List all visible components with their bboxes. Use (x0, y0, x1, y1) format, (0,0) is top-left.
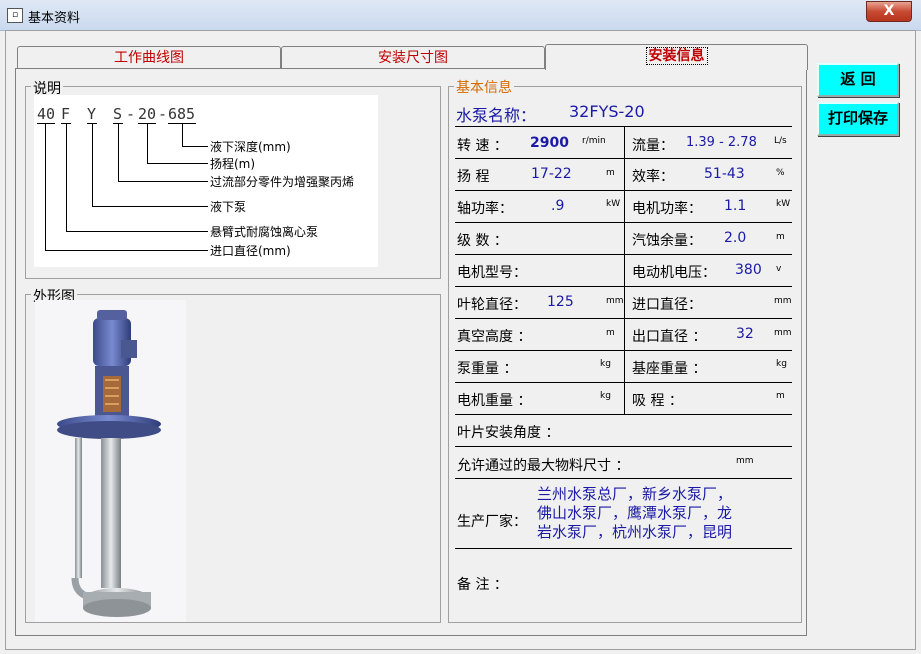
npsh-label: 汽蚀余量： (632, 233, 702, 249)
code-cantilever: S (113, 105, 123, 123)
window-title: 基本资料 (28, 11, 81, 26)
suction-lift-label: 吸 程 ： (632, 393, 683, 409)
efficiency-value: 51-43 (704, 166, 745, 182)
efficiency-label: 效率： (632, 169, 674, 185)
outlet-diameter-label: 出口直径 ： (632, 329, 707, 345)
outlet-diameter-value: 32 (736, 326, 754, 342)
motor-voltage-unit: v (776, 264, 782, 274)
back-button[interactable]: 返 回 (817, 63, 899, 97)
print-save-button[interactable]: 打印保存 (817, 102, 899, 136)
motor-power-label: 电机功率： (632, 201, 702, 217)
base-weight-unit: kg (776, 359, 787, 369)
info-group (448, 86, 802, 623)
shaft-power-label: 轴功率： (457, 201, 513, 217)
flow-label: 流量： (632, 138, 674, 154)
code-dash-2: - (158, 105, 168, 123)
legend-inlet: 进口直径(mm) (210, 244, 291, 258)
legend-depth: 液下深度(mm) (210, 140, 291, 154)
title-bar (0, 0, 921, 31)
motor-weight-label: 电机重量 ： (457, 393, 532, 409)
motor-voltage-value: 380 (735, 262, 762, 278)
npsh-value: 2.0 (724, 230, 747, 246)
remark-label: 备 注 ： (457, 577, 508, 593)
code-head: 20 (138, 105, 157, 123)
manufacturer-list: 兰州水泵总厂，新乡水泵厂， 佛山水泵厂，鹰潭水泵厂，龙 岩水泵厂，杭州水泵厂，昆… (537, 485, 789, 542)
vacuum-height-label: 真空高度 ： (457, 329, 532, 345)
legend-head: 扬程(m) (210, 157, 256, 171)
manufacturer-label: 生产厂家： (457, 514, 527, 530)
tab-install-info-label: 安装信息 (645, 47, 708, 65)
tab-install-info[interactable]: 安装信息 (545, 44, 808, 70)
speed-value: 2900 (530, 135, 569, 151)
legend-submerged: 液下泵 (210, 200, 247, 214)
motor-model-label: 电机型号： (457, 265, 527, 281)
code-material: F (61, 105, 71, 123)
inlet-diameter-unit: mm (774, 296, 792, 306)
inlet-diameter-label: 进口直径： (632, 297, 702, 313)
max-material-unit: mm (736, 456, 754, 466)
app-icon: ▫ (7, 8, 23, 23)
head-label: 扬 程 (457, 169, 490, 185)
motor-weight-unit: kg (600, 391, 611, 401)
info-group-title: 基本信息 (454, 77, 514, 97)
code-dash-1: - (126, 105, 136, 123)
motor-voltage-label: 电动机电压： (632, 265, 716, 281)
speed-unit: r/min (582, 136, 606, 146)
close-button[interactable]: X (866, 1, 912, 22)
flow-unit: L/s (774, 136, 787, 146)
shaft-power-value: .9 (551, 198, 565, 214)
motor-power-value: 1.1 (724, 198, 747, 214)
stages-label: 级 数 ： (457, 233, 508, 249)
shaft-power-unit: kW (606, 199, 621, 209)
head-unit: m (606, 168, 615, 178)
tab-work-curve[interactable]: 工作曲线图 (17, 46, 281, 69)
suction-lift-unit: m (776, 391, 785, 401)
manufacturer-line: 岩水泵厂，杭州水泵厂，昆明 (537, 523, 733, 541)
pump-weight-label: 泵重量 ： (457, 361, 518, 377)
pump-photo (35, 300, 186, 622)
manufacturer-line: 兰州水泵总厂，新乡水泵厂， (537, 485, 733, 503)
code-inlet: 40 (37, 105, 56, 123)
max-material-label: 允许通过的最大物料尺寸 ： (457, 458, 630, 474)
base-weight-label: 基座重量 ： (632, 361, 707, 377)
underline-inlet (37, 123, 55, 124)
code-depth: 685 (168, 105, 196, 123)
tab-install-size[interactable]: 安装尺寸图 (281, 46, 545, 69)
impeller-diameter-label: 叶轮直径： (457, 297, 527, 313)
manufacturer-line: 佛山水泵厂，鹰潭水泵厂，龙 (537, 504, 733, 522)
blade-angle-label: 叶片安装角度 ： (457, 425, 560, 441)
head-value: 17-22 (531, 166, 572, 182)
legend-material: 过流部分零件为增强聚丙烯 (210, 175, 355, 189)
pump-name-value: 32FYS-20 (569, 102, 645, 121)
pump-name-label: 水泵名称： (456, 106, 537, 125)
speed-label: 转 速 ： (457, 138, 508, 154)
code-submerged: Y (87, 105, 97, 123)
efficiency-unit: % (776, 168, 785, 178)
flow-value: 1.39 - 2.78 (686, 135, 757, 150)
npsh-unit: m (776, 232, 785, 242)
pump-weight-unit: kg (600, 359, 611, 369)
model-code-diagram: 40 F Y S - 20 - 685 液下深度(mm) 扬程(m) 过流部分零… (34, 95, 378, 267)
impeller-diameter-value: 125 (547, 294, 574, 310)
outlet-diameter-unit: mm (774, 328, 792, 338)
vacuum-height-unit: m (606, 328, 615, 338)
motor-power-unit: kW (776, 199, 791, 209)
legend-cantilever: 悬臂式耐腐蚀离心泵 (210, 225, 319, 239)
impeller-diameter-unit: mm (606, 296, 624, 306)
